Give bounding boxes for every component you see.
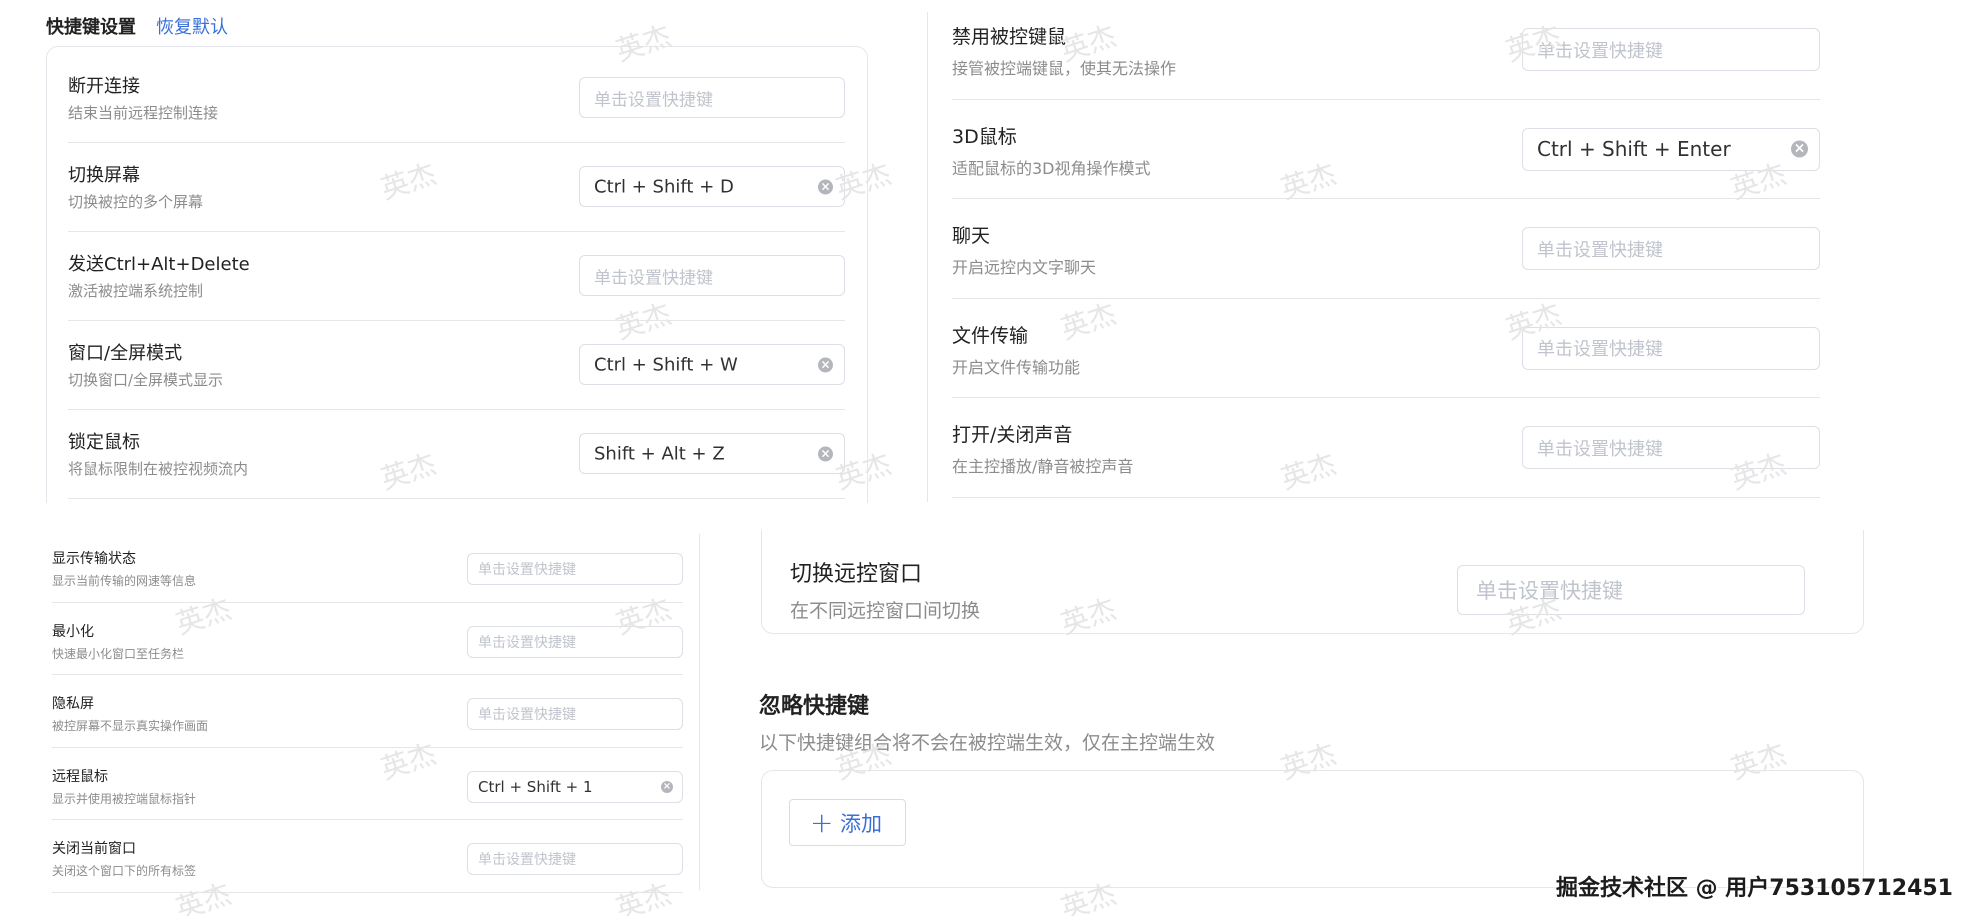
shortcut-input[interactable]: 单击设置快捷键 [467, 698, 683, 730]
shortcut-row: 3D鼠标适配鼠标的3D视角操作模式 Ctrl + Shift + Enter × [952, 100, 1820, 199]
shortcut-input[interactable]: 单击设置快捷键 [467, 553, 683, 585]
panel-shortcuts-main: 快捷键设置 恢复默认 断开连接 结束当前远程控制连接 单击设置快捷键 切换屏幕 切换被控… [0, 0, 930, 503]
shortcut-placeholder: 单击设置快捷键 [594, 268, 713, 288]
shortcut-input[interactable]: 单击设置快捷键 [467, 843, 683, 875]
shortcut-value: Ctrl + Shift + 1 [478, 777, 593, 796]
shortcut-row: 禁用被控键鼠接管被控端键鼠，使其无法操作 单击设置快捷键 [952, 0, 1820, 100]
shortcut-row: 远程鼠标显示并使用被控端鼠标指针 Ctrl + Shift + 1 × [52, 748, 683, 820]
shortcut-value: Ctrl + Shift + W [594, 354, 738, 375]
clear-icon[interactable]: × [818, 446, 833, 461]
shortcut-row: 锁定鼠标将鼠标限制在被控视频流内 Shift + Alt + Z × [68, 410, 845, 499]
panel-divider [927, 12, 928, 502]
shortcut-input[interactable]: 单击设置快捷键 [1522, 227, 1820, 270]
shortcut-placeholder: 单击设置快捷键 [478, 634, 576, 651]
shortcut-title: 隐私屏 [52, 696, 94, 712]
shortcut-desc: 开启文件传输功能 [952, 357, 1081, 377]
shortcut-desc: 结束当前远程控制连接 [68, 104, 219, 122]
shortcut-input[interactable]: 单击设置快捷键 [1522, 326, 1820, 370]
shortcut-placeholder: 单击设置快捷键 [1537, 239, 1663, 261]
shortcut-input[interactable]: 单击设置快捷键 [1522, 28, 1820, 71]
shortcut-title: 文件传输 [952, 324, 1029, 347]
shortcut-title: 打开/关闭声音 [952, 424, 1073, 446]
ignore-section-desc: 以下快捷键组合将不会在被控端生效，仅在主控端生效 [759, 732, 1216, 754]
panel-divider [699, 534, 700, 890]
shortcut-input[interactable]: Ctrl + Shift + W × [579, 344, 845, 385]
shortcut-input[interactable]: 单击设置快捷键 [579, 77, 845, 118]
panel-shortcuts-extra: 禁用被控键鼠 接管被控端键鼠，使其无法操作 单击设置快捷键 3D鼠标 适配鼠标的3D视角… [927, 0, 1973, 503]
shortcut-placeholder: 单击设置快捷键 [478, 707, 576, 723]
shortcut-title: 禁用被控键鼠 [952, 26, 1067, 48]
shortcut-desc: 切换窗口/全屏模式显示 [68, 371, 224, 389]
shortcut-row: 关闭当前窗口关闭这个窗口下的所有标签 单击设置快捷键 [52, 820, 683, 893]
clear-icon[interactable]: × [818, 179, 833, 194]
shortcut-input[interactable]: 单击设置快捷键 [1457, 565, 1805, 615]
shortcut-title: 切换屏幕 [68, 165, 140, 186]
shortcut-row: 发送Ctrl+Alt+Delete 激活被控端系统控制 单击设置快捷键 [68, 232, 845, 321]
shortcut-input[interactable]: Ctrl + Shift + D × [579, 166, 845, 207]
shortcut-placeholder: 单击设置快捷键 [594, 90, 713, 110]
shortcut-row: 最小化快速最小化窗口至任务栏 单击设置快捷键 [52, 603, 683, 675]
shortcut-row: 切换屏幕切换被控的多个屏幕 Ctrl + Shift + D × [68, 143, 845, 232]
shortcut-input[interactable]: Ctrl + Shift + Enter × [1522, 127, 1820, 171]
shortcut-input[interactable]: 单击设置快捷键 [467, 625, 683, 658]
shortcut-title: 发送Ctrl+Alt+Delete [68, 254, 250, 275]
shortcut-title: 锁定鼠标 [68, 432, 140, 453]
shortcut-title: 聊天 [952, 225, 991, 247]
panel-shortcuts-window: 显示传输状态 显示当前传输的网速等信息 单击设置快捷键 最小化 快速最小化窗口至任务栏单… [0, 530, 730, 916]
shortcut-input[interactable]: Shift + Alt + Z × [579, 433, 845, 474]
shortcut-desc: 激活被控端系统控制 [68, 282, 204, 300]
settings-title: 快捷键设置 [46, 17, 136, 38]
shortcut-row: 打开/关闭声音在主控播放/静音被控声音 单击设置快捷键 [952, 398, 1820, 498]
shortcut-value: Ctrl + Shift + D [594, 176, 734, 197]
add-ignore-button[interactable]: + 添加 [789, 799, 906, 846]
shortcut-desc: 适配鼠标的3D视角操作模式 [952, 158, 1151, 178]
shortcut-placeholder: 单击设置快捷键 [478, 852, 576, 868]
shortcut-value: Shift + Alt + Z [594, 443, 725, 464]
shortcut-placeholder: 单击设置快捷键 [1537, 40, 1663, 62]
shortcut-title: 最小化 [52, 623, 94, 640]
shortcut-desc: 被控屏幕不显示真实操作画面 [52, 719, 209, 733]
shortcut-desc: 将鼠标限制在被控视频流内 [68, 460, 249, 478]
shortcut-placeholder: 单击设置快捷键 [478, 562, 576, 578]
clear-icon[interactable]: × [661, 780, 673, 793]
shortcut-desc: 开启远控内文字聊天 [952, 258, 1097, 277]
shortcut-input[interactable]: 单击设置快捷键 [579, 255, 845, 296]
shortcut-desc: 接管被控端键鼠，使其无法操作 [952, 59, 1177, 78]
shortcut-placeholder: 单击设置快捷键 [1537, 339, 1663, 360]
shortcut-title: 窗口/全屏模式 [68, 343, 183, 364]
shortcut-title: 3D鼠标 [952, 125, 1017, 148]
shortcut-row: 隐私屏被控屏幕不显示真实操作画面 单击设置快捷键 [52, 675, 683, 748]
clear-icon[interactable]: × [1791, 140, 1808, 158]
credit-text: 掘金技术社区 @ 用户753105712451 [1555, 876, 1953, 901]
shortcut-title: 切换远控窗口 [790, 562, 923, 587]
shortcut-list: 禁用被控键鼠 接管被控端键鼠，使其无法操作 单击设置快捷键 3D鼠标 适配鼠标的3D视角… [952, 0, 1820, 500]
shortcut-row: 聊天开启远控内文字聊天 单击设置快捷键 [952, 199, 1820, 299]
shortcut-title: 显示传输状态 [52, 551, 136, 567]
shortcut-list: 断开连接 结束当前远程控制连接 单击设置快捷键 切换屏幕 切换被控的多个屏幕 Ctrl +… [68, 54, 845, 503]
shortcut-list: 显示传输状态 显示当前传输的网速等信息 单击设置快捷键 最小化 快速最小化窗口至任务栏单… [52, 530, 683, 916]
shortcut-row: 文件传输开启文件传输功能 单击设置快捷键 [952, 299, 1820, 398]
shortcut-desc: 在不同远控窗口间切换 [790, 600, 981, 622]
shortcut-desc: 切换被控的多个屏幕 [68, 193, 204, 211]
shortcut-title: 远程鼠标 [52, 768, 108, 785]
plus-icon: + [810, 805, 834, 839]
shortcut-desc: 在主控播放/静音被控声音 [952, 457, 1134, 476]
shortcut-title: 断开连接 [68, 76, 140, 97]
shortcut-desc: 快速最小化窗口至任务栏 [52, 646, 185, 661]
shortcut-desc: 关闭这个窗口下的所有标签 [52, 864, 197, 878]
shortcut-desc: 显示并使用被控端鼠标指针 [52, 791, 197, 806]
shortcut-input[interactable]: 单击设置快捷键 [1522, 426, 1820, 469]
restore-defaults-link[interactable]: 恢复默认 [156, 13, 228, 39]
clear-icon[interactable]: × [818, 357, 833, 372]
panel-ignore-shortcuts: 切换远控窗口 在不同远控窗口间切换 单击设置快捷键 忽略快捷键 以下快捷键组合将… [730, 530, 1973, 916]
shortcut-value: Ctrl + Shift + Enter [1537, 137, 1731, 161]
shortcut-row: 窗口/全屏模式切换窗口/全屏模式显示 Ctrl + Shift + W × [68, 321, 845, 410]
shortcut-row: 断开连接结束当前远程控制连接 单击设置快捷键 [68, 54, 845, 143]
shortcut-title: 关闭当前窗口 [52, 841, 136, 857]
shortcut-placeholder: 单击设置快捷键 [1537, 438, 1663, 460]
shortcut-input[interactable]: Ctrl + Shift + 1 × [467, 770, 683, 803]
shortcut-desc: 显示当前传输的网速等信息 [52, 574, 197, 588]
ignore-section-title: 忽略快捷键 [759, 694, 870, 719]
shortcut-row: 显示传输状态显示当前传输的网速等信息 单击设置快捷键 [52, 530, 683, 603]
